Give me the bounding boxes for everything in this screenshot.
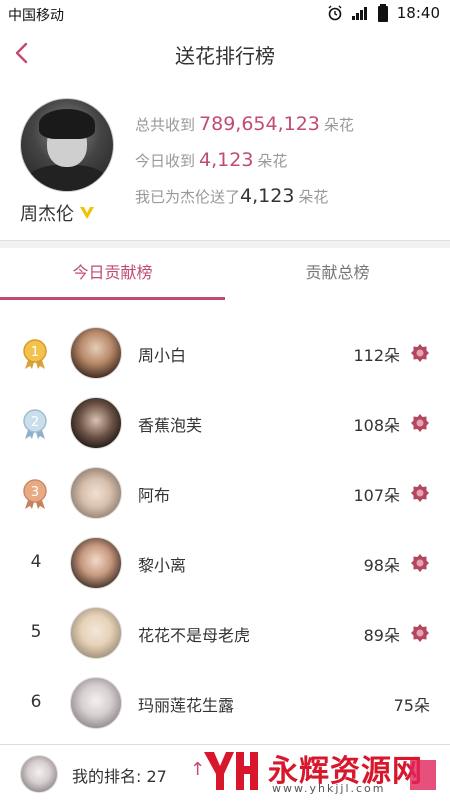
- medal-rank: 1: [31, 345, 39, 360]
- flower-count: 98朵: [363, 556, 400, 575]
- user-name: 阿布: [138, 486, 171, 505]
- flower-icon[interactable]: [410, 343, 430, 363]
- total-received-row: 总共收到 789,654,123 朵花: [135, 113, 354, 135]
- list-item[interactable]: 4 黎小离 98朵: [0, 528, 450, 598]
- clock: 18:40: [396, 4, 440, 22]
- nav-bar: 送花排行榜: [0, 28, 450, 81]
- flower-icon[interactable]: [410, 623, 430, 643]
- star-avatar[interactable]: [20, 98, 114, 192]
- list-item[interactable]: 2 香蕉泡芙 108朵: [0, 388, 450, 458]
- status-bar: 中国移动 18:40: [0, 0, 450, 28]
- carrier-name: 中国移动: [8, 8, 64, 24]
- my-sent-value: 4,123: [240, 185, 295, 207]
- watermark-logo-icon: [204, 752, 258, 790]
- total-received-value: 789,654,123: [199, 113, 320, 135]
- flower-count: 107朵: [353, 486, 400, 505]
- avatar[interactable]: [70, 467, 122, 519]
- signal-icon: [351, 7, 367, 20]
- bronze-medal-icon: 3: [23, 479, 47, 509]
- flower-icon[interactable]: [410, 553, 430, 573]
- avatar[interactable]: [70, 607, 122, 659]
- today-received-row: 今日收到 4,123 朵花: [135, 149, 288, 171]
- medal-rank: 3: [31, 485, 39, 500]
- ranking-tabs: 今日贡献榜 贡献总榜: [0, 248, 450, 301]
- watermark: 永辉资源网 www.yhkjjl.com: [200, 746, 450, 798]
- rank-number: 6: [30, 692, 42, 712]
- list-item[interactable]: 6 玛丽莲花生露 75朵: [0, 668, 450, 738]
- rank-number: 4: [30, 552, 42, 572]
- flower-icon[interactable]: [410, 483, 430, 503]
- silver-medal-icon: 2: [23, 409, 47, 439]
- alarm-icon: [328, 5, 342, 21]
- flower-count: 112朵: [353, 346, 400, 365]
- user-name: 周小白: [138, 346, 187, 365]
- user-name: 玛丽莲花生露: [138, 696, 235, 715]
- ranking-list: 1 周小白 112朵 2 香蕉泡芙 108朵 3 阿布 107朵 4 黎小离 9…: [0, 300, 450, 744]
- flower-count: 89朵: [363, 626, 400, 645]
- user-name: 黎小离: [138, 556, 187, 575]
- user-name: 花花不是母老虎: [138, 626, 251, 645]
- tab-today[interactable]: 今日贡献榜: [0, 248, 225, 300]
- flower-count: 75朵: [393, 696, 430, 715]
- star-name-row: 周杰伦: [20, 200, 120, 226]
- medal-rank: 2: [31, 415, 39, 430]
- avatar[interactable]: [70, 397, 122, 449]
- my-sent-row: 我已为杰伦送了4,123 朵花: [135, 185, 329, 207]
- rank-number: 5: [30, 622, 42, 642]
- watermark-url: www.yhkjjl.com: [272, 782, 386, 795]
- list-item[interactable]: 3 阿布 107朵: [0, 458, 450, 528]
- gold-medal-icon: 1: [23, 339, 47, 369]
- battery-icon: [377, 4, 388, 22]
- status-icons: 18:40: [327, 4, 440, 22]
- today-received-value: 4,123: [199, 149, 254, 171]
- flower-count: 108朵: [353, 416, 400, 435]
- list-item[interactable]: 1 周小白 112朵: [0, 318, 450, 388]
- star-profile-card: 周杰伦 总共收到 789,654,123 朵花 今日收到 4,123 朵花 我已为杰伦送…: [0, 80, 450, 241]
- flower-stats: 总共收到 789,654,123 朵花 今日收到 4,123 朵花 我已为杰伦送了4,1…: [135, 110, 354, 218]
- avatar[interactable]: [70, 327, 122, 379]
- v-badge-icon: [80, 207, 94, 219]
- send-flower-button[interactable]: [410, 760, 436, 790]
- avatar[interactable]: [70, 677, 122, 729]
- flower-icon[interactable]: [410, 413, 430, 433]
- user-name: 香蕉泡芙: [138, 416, 203, 435]
- tab-total[interactable]: 贡献总榜: [225, 248, 450, 300]
- my-avatar[interactable]: [20, 755, 58, 793]
- page-title: 送花排行榜: [175, 44, 275, 68]
- avatar[interactable]: [70, 537, 122, 589]
- star-name: 周杰伦: [20, 204, 74, 225]
- list-item[interactable]: 5 花花不是母老虎 89朵: [0, 598, 450, 668]
- my-rank-label: 我的排名: 27: [72, 767, 167, 786]
